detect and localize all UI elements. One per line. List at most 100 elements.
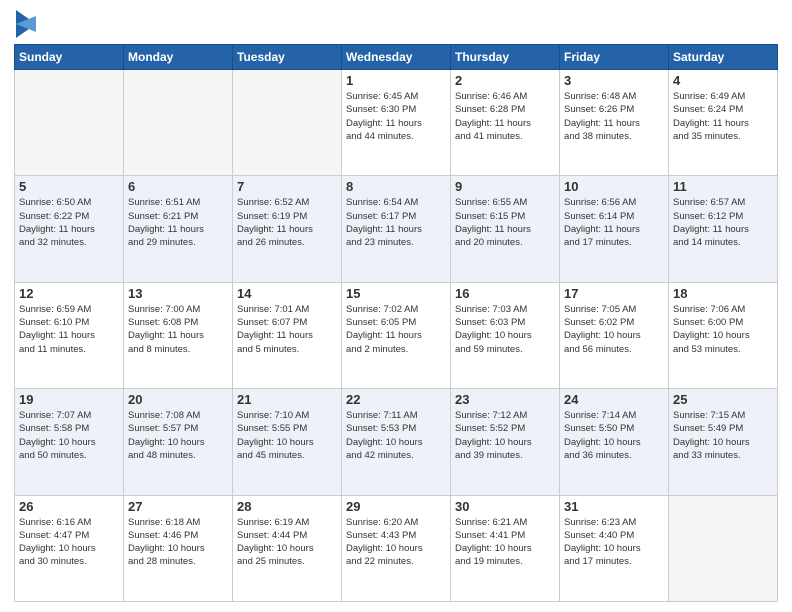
day-number: 30 (455, 499, 555, 514)
day-number: 29 (346, 499, 446, 514)
day-info: Sunrise: 6:48 AM Sunset: 6:26 PM Dayligh… (564, 90, 664, 143)
day-info: Sunrise: 6:49 AM Sunset: 6:24 PM Dayligh… (673, 90, 773, 143)
calendar-cell: 21 Sunrise: 7:10 AM Sunset: 5:55 PM Dayli… (233, 389, 342, 495)
calendar-cell: 18 Sunrise: 7:06 AM Sunset: 6:00 PM Dayli… (669, 282, 778, 388)
calendar-cell: 31 Sunrise: 6:23 AM Sunset: 4:40 PM Dayli… (560, 495, 669, 601)
day-number: 26 (19, 499, 119, 514)
day-info: Sunrise: 7:14 AM Sunset: 5:50 PM Dayligh… (564, 409, 664, 462)
day-number: 31 (564, 499, 664, 514)
calendar-cell: 6Sunrise: 6:51 AM Sunset: 6:21 PM Daylig… (124, 176, 233, 282)
day-number: 9 (455, 179, 555, 194)
day-info: Sunrise: 6:46 AM Sunset: 6:28 PM Dayligh… (455, 90, 555, 143)
day-info: Sunrise: 6:16 AM Sunset: 4:47 PM Dayligh… (19, 516, 119, 569)
calendar-week-row: 12Sunrise: 6:59 AM Sunset: 6:10 PM Dayli… (15, 282, 778, 388)
day-info: Sunrise: 6:45 AM Sunset: 6:30 PM Dayligh… (346, 90, 446, 143)
day-number: 21 (237, 392, 337, 407)
calendar-cell: 19Sunrise: 7:07 AM Sunset: 5:58 PM Dayli… (15, 389, 124, 495)
day-info: Sunrise: 7:15 AM Sunset: 5:49 PM Dayligh… (673, 409, 773, 462)
day-number: 2 (455, 73, 555, 88)
day-info: Sunrise: 6:23 AM Sunset: 4:40 PM Dayligh… (564, 516, 664, 569)
calendar-cell: 15 Sunrise: 7:02 AM Sunset: 6:05 PM Dayli… (342, 282, 451, 388)
calendar-cell: 5 Sunrise: 6:50 AM Sunset: 6:22 PM Daylig… (15, 176, 124, 282)
calendar-table: SundayMondayTuesdayWednesdayThursdayFrid… (14, 44, 778, 602)
day-info: Sunrise: 6:55 AM Sunset: 6:15 PM Dayligh… (455, 196, 555, 249)
day-info: Sunrise: 6:54 AM Sunset: 6:17 PM Dayligh… (346, 196, 446, 249)
day-info: Sunrise: 6:57 AM Sunset: 6:12 PM Dayligh… (673, 196, 773, 249)
day-info: Sunrise: 6:20 AM Sunset: 4:43 PM Dayligh… (346, 516, 446, 569)
weekday-header: Thursday (451, 45, 560, 70)
day-number: 3 (564, 73, 664, 88)
calendar-cell: 12Sunrise: 6:59 AM Sunset: 6:10 PM Dayli… (15, 282, 124, 388)
day-info: Sunrise: 6:59 AM Sunset: 6:10 PM Dayligh… (19, 303, 119, 356)
calendar-cell: 9 Sunrise: 6:55 AM Sunset: 6:15 PM Daylig… (451, 176, 560, 282)
calendar-cell (669, 495, 778, 601)
day-info: Sunrise: 6:19 AM Sunset: 4:44 PM Dayligh… (237, 516, 337, 569)
calendar-cell: 17 Sunrise: 7:05 AM Sunset: 6:02 PM Dayli… (560, 282, 669, 388)
day-info: Sunrise: 6:21 AM Sunset: 4:41 PM Dayligh… (455, 516, 555, 569)
calendar-cell: 22Sunrise: 7:11 AM Sunset: 5:53 PM Dayli… (342, 389, 451, 495)
calendar-cell (15, 70, 124, 176)
calendar-week-row: 26 Sunrise: 6:16 AM Sunset: 4:47 PM Dayli… (15, 495, 778, 601)
day-number: 14 (237, 286, 337, 301)
day-number: 22 (346, 392, 446, 407)
day-info: Sunrise: 7:10 AM Sunset: 5:55 PM Dayligh… (237, 409, 337, 462)
day-number: 18 (673, 286, 773, 301)
day-info: Sunrise: 6:18 AM Sunset: 4:46 PM Dayligh… (128, 516, 228, 569)
calendar-cell: 25 Sunrise: 7:15 AM Sunset: 5:49 PM Dayli… (669, 389, 778, 495)
calendar-cell: 30 Sunrise: 6:21 AM Sunset: 4:41 PM Dayli… (451, 495, 560, 601)
day-number: 28 (237, 499, 337, 514)
day-number: 23 (455, 392, 555, 407)
day-number: 1 (346, 73, 446, 88)
calendar-week-row: 1 Sunrise: 6:45 AM Sunset: 6:30 PM Daylig… (15, 70, 778, 176)
day-number: 25 (673, 392, 773, 407)
day-number: 5 (19, 179, 119, 194)
calendar-week-row: 19Sunrise: 7:07 AM Sunset: 5:58 PM Dayli… (15, 389, 778, 495)
calendar-cell: 20Sunrise: 7:08 AM Sunset: 5:57 PM Dayli… (124, 389, 233, 495)
calendar-header-row: SundayMondayTuesdayWednesdayThursdayFrid… (15, 45, 778, 70)
day-info: Sunrise: 6:52 AM Sunset: 6:19 PM Dayligh… (237, 196, 337, 249)
day-number: 24 (564, 392, 664, 407)
calendar-cell: 7 Sunrise: 6:52 AM Sunset: 6:19 PM Daylig… (233, 176, 342, 282)
day-info: Sunrise: 7:01 AM Sunset: 6:07 PM Dayligh… (237, 303, 337, 356)
day-info: Sunrise: 7:02 AM Sunset: 6:05 PM Dayligh… (346, 303, 446, 356)
page: SundayMondayTuesdayWednesdayThursdayFrid… (0, 0, 792, 612)
calendar-cell: 3 Sunrise: 6:48 AM Sunset: 6:26 PM Daylig… (560, 70, 669, 176)
day-number: 27 (128, 499, 228, 514)
day-number: 17 (564, 286, 664, 301)
calendar-cell: 2 Sunrise: 6:46 AM Sunset: 6:28 PM Daylig… (451, 70, 560, 176)
day-info: Sunrise: 7:06 AM Sunset: 6:00 PM Dayligh… (673, 303, 773, 356)
day-info: Sunrise: 7:05 AM Sunset: 6:02 PM Dayligh… (564, 303, 664, 356)
calendar-cell (124, 70, 233, 176)
day-number: 15 (346, 286, 446, 301)
day-number: 4 (673, 73, 773, 88)
calendar-cell: 10Sunrise: 6:56 AM Sunset: 6:14 PM Dayli… (560, 176, 669, 282)
calendar-cell: 1 Sunrise: 6:45 AM Sunset: 6:30 PM Daylig… (342, 70, 451, 176)
day-info: Sunrise: 6:50 AM Sunset: 6:22 PM Dayligh… (19, 196, 119, 249)
day-number: 16 (455, 286, 555, 301)
day-number: 8 (346, 179, 446, 194)
day-info: Sunrise: 6:51 AM Sunset: 6:21 PM Dayligh… (128, 196, 228, 249)
day-number: 10 (564, 179, 664, 194)
weekday-header: Sunday (15, 45, 124, 70)
calendar-cell (233, 70, 342, 176)
day-info: Sunrise: 7:03 AM Sunset: 6:03 PM Dayligh… (455, 303, 555, 356)
calendar-cell: 11 Sunrise: 6:57 AM Sunset: 6:12 PM Dayli… (669, 176, 778, 282)
calendar-cell: 23 Sunrise: 7:12 AM Sunset: 5:52 PM Dayli… (451, 389, 560, 495)
day-number: 7 (237, 179, 337, 194)
calendar-cell: 28 Sunrise: 6:19 AM Sunset: 4:44 PM Dayli… (233, 495, 342, 601)
day-number: 11 (673, 179, 773, 194)
day-number: 13 (128, 286, 228, 301)
weekday-header: Friday (560, 45, 669, 70)
logo-icon (16, 10, 36, 38)
calendar-cell: 8 Sunrise: 6:54 AM Sunset: 6:17 PM Daylig… (342, 176, 451, 282)
day-number: 19 (19, 392, 119, 407)
calendar-week-row: 5 Sunrise: 6:50 AM Sunset: 6:22 PM Daylig… (15, 176, 778, 282)
header (14, 10, 778, 38)
day-info: Sunrise: 7:12 AM Sunset: 5:52 PM Dayligh… (455, 409, 555, 462)
day-info: Sunrise: 7:08 AM Sunset: 5:57 PM Dayligh… (128, 409, 228, 462)
logo (14, 14, 36, 38)
weekday-header: Wednesday (342, 45, 451, 70)
calendar-cell: 27 Sunrise: 6:18 AM Sunset: 4:46 PM Dayli… (124, 495, 233, 601)
calendar-cell: 4 Sunrise: 6:49 AM Sunset: 6:24 PM Daylig… (669, 70, 778, 176)
calendar-cell: 24 Sunrise: 7:14 AM Sunset: 5:50 PM Dayli… (560, 389, 669, 495)
